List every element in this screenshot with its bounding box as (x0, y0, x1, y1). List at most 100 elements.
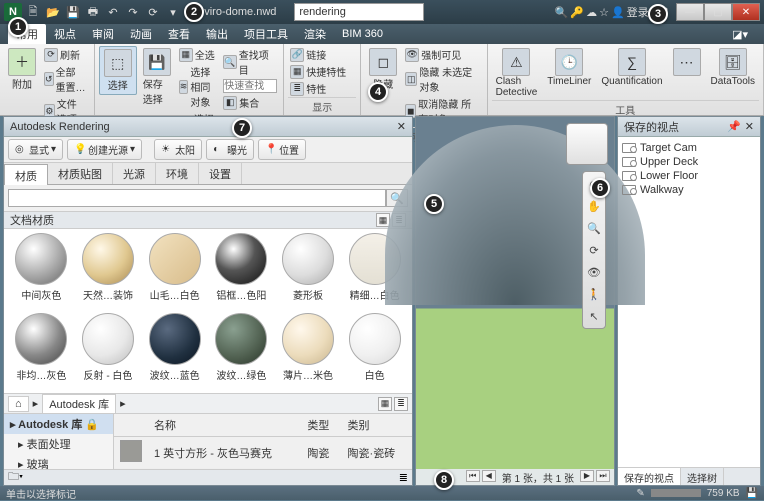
tab-render[interactable]: 渲染 (296, 24, 334, 44)
require-visible-button[interactable]: 👁强制可见 (403, 46, 482, 63)
refresh-icon[interactable]: ⟳ (144, 3, 162, 21)
datatools-button[interactable]: 🗄DataTools (707, 46, 759, 89)
material-item[interactable]: 山毛…白色 (143, 233, 206, 309)
select-all-button[interactable]: ▦全选 (177, 46, 219, 63)
timeliner-button[interactable]: 🕒TimeLiner (543, 46, 595, 89)
material-item[interactable]: 天然…装饰 (77, 233, 140, 309)
search-icon[interactable]: 🔍 (555, 6, 569, 19)
hide-unselected-button[interactable]: ◫隐藏 未选定对象 (403, 63, 482, 95)
quantification-button[interactable]: ∑Quantification (597, 46, 666, 89)
properties-button[interactable]: ≣特性 (288, 80, 348, 97)
viewpoint-item[interactable]: Upper Deck (622, 155, 756, 169)
lib-view-list-icon[interactable]: ≣ (394, 397, 408, 411)
more-tools-button[interactable]: ⋯ (669, 46, 705, 78)
select-button[interactable]: ⬚选择 (99, 46, 137, 95)
new-icon[interactable]: 🗎 (24, 3, 42, 21)
lib-home-icon[interactable]: ⌂ (8, 396, 29, 412)
login-label[interactable]: 登录 (627, 4, 649, 20)
lib-manage-icon[interactable]: 🗀▾ (8, 468, 23, 487)
panel-close-icon[interactable]: ✕ (745, 120, 754, 133)
key-icon[interactable]: 🔑 (570, 6, 584, 19)
tab-viewpoint[interactable]: 视点 (46, 24, 84, 44)
scene-viewport[interactable]: ◎ ✋ 🔍 ⟳ 👁 🚶 ↖ ⏮ ◀ 第 1 张，共 1 张 ▶ ⏭ (415, 116, 615, 486)
find-items-button[interactable]: 🔍查找项目 (221, 46, 279, 78)
location-button[interactable]: 📍位置 (258, 139, 306, 160)
tab-animation[interactable]: 动画 (122, 24, 160, 44)
viewpoint-item[interactable]: Walkway (622, 183, 756, 197)
tab-item-tools[interactable]: 项目工具 (236, 24, 296, 44)
print-icon[interactable]: 🖶 (84, 3, 102, 21)
look-icon[interactable]: 👁 (585, 263, 603, 281)
tree-root[interactable]: ▸ Autodesk 库 🔒 (4, 414, 113, 434)
table-row[interactable]: 1 英寸方形 - 灰色马赛克陶瓷陶瓷·瓷砖 (114, 437, 412, 469)
last-sheet-icon[interactable]: ⏭ (596, 470, 610, 482)
panel-dock-icon[interactable]: 📌 (727, 120, 741, 133)
tab-output[interactable]: 输出 (198, 24, 236, 44)
tab-bim360[interactable]: BIM 360 (334, 26, 391, 42)
select-same-button[interactable]: ≋选择 相同对象 (177, 63, 219, 110)
tab-review[interactable]: 审阅 (84, 24, 122, 44)
zoom-icon[interactable]: 🔍 (585, 219, 603, 237)
quick-props-button[interactable]: ▦快捷特性 (288, 63, 348, 80)
col-type[interactable]: 类型 (301, 414, 341, 437)
tab-material-map[interactable]: 材质贴图 (48, 163, 113, 184)
viewpoint-item[interactable]: Target Cam (622, 141, 756, 155)
tab-environment[interactable]: 环境 (156, 163, 199, 184)
star-icon[interactable]: ☆ (599, 6, 609, 19)
material-search-input[interactable] (8, 189, 386, 207)
save-selection-button[interactable]: 💾保存选择 (139, 46, 175, 108)
next-sheet-icon[interactable]: ▶ (580, 470, 594, 482)
lib-autodesk[interactable]: Autodesk 库 (42, 394, 116, 414)
save-icon[interactable]: 💾 (64, 3, 82, 21)
material-item[interactable]: 薄片…米色 (277, 313, 340, 389)
tree-item[interactable]: ▸ 表面处理 (4, 434, 113, 454)
viewcube[interactable] (566, 123, 608, 165)
close-button[interactable]: ✕ (732, 3, 760, 21)
material-item[interactable]: 波纹…绿色 (210, 313, 273, 389)
display-mode-button[interactable]: ◎显式▾ (8, 139, 63, 160)
user-icon[interactable]: 👤 (611, 6, 625, 19)
orbit-icon[interactable]: ⟳ (585, 241, 603, 259)
clash-detective-button[interactable]: ⚠Clash Detective (492, 46, 542, 100)
prev-sheet-icon[interactable]: ◀ (482, 470, 496, 482)
col-category[interactable]: 类别 (342, 414, 412, 437)
walk-icon[interactable]: 🚶 (585, 285, 603, 303)
material-item[interactable]: 波纹…蓝色 (143, 313, 206, 389)
col-name[interactable]: 名称 (148, 414, 301, 437)
panel-close-icon[interactable]: ✕ (397, 120, 406, 133)
lib-tools-icon[interactable]: ≣ (399, 471, 408, 484)
rtab-saved-views[interactable]: 保存的视点 (618, 468, 681, 485)
tab-settings[interactable]: 设置 (199, 163, 242, 184)
sun-button[interactable]: ☀太阳 (154, 139, 202, 160)
select-icon[interactable]: ↖ (585, 307, 603, 325)
maximize-button[interactable]: ▢ (704, 3, 732, 21)
quick-find-input[interactable] (221, 78, 279, 94)
ribbon-collapse-icon[interactable]: ◪▾ (724, 26, 756, 43)
viewpoint-item[interactable]: Lower Floor (622, 169, 756, 183)
tab-materials[interactable]: 材质 (4, 164, 48, 185)
material-item[interactable]: 白色 (343, 313, 406, 389)
material-item[interactable]: 中间灰色 (10, 233, 73, 309)
refresh-button[interactable]: ⟳刷新 (42, 46, 90, 63)
sets-button[interactable]: ◧集合 (221, 94, 279, 111)
append-button[interactable]: ＋附加 (4, 46, 40, 93)
redo-icon[interactable]: ↷ (124, 3, 142, 21)
reset-all-button[interactable]: ↺全部 重置… (42, 63, 90, 95)
tab-view[interactable]: 查看 (160, 24, 198, 44)
rtab-selection-tree[interactable]: 选择树 (681, 468, 724, 485)
help-search-input[interactable]: rendering (294, 3, 424, 21)
minimize-button[interactable]: — (676, 3, 704, 21)
material-item[interactable]: 菱形板 (277, 233, 340, 309)
material-item[interactable]: 铝框…色阳 (210, 233, 273, 309)
tab-lights[interactable]: 光源 (113, 163, 156, 184)
create-light-button[interactable]: 💡创建光源▾ (67, 139, 142, 160)
disk-icon[interactable]: 💾 (746, 488, 758, 499)
material-item[interactable]: 反射 - 白色 (77, 313, 140, 389)
undo-icon[interactable]: ↶ (104, 3, 122, 21)
links-button[interactable]: 🔗链接 (288, 46, 348, 63)
first-sheet-icon[interactable]: ⏮ (466, 470, 480, 482)
pencil-icon[interactable]: ✎ (636, 488, 644, 499)
material-item[interactable]: 非均…灰色 (10, 313, 73, 389)
exposure-button[interactable]: ◐曝光 (206, 139, 254, 160)
open-icon[interactable]: 📂 (44, 3, 62, 21)
